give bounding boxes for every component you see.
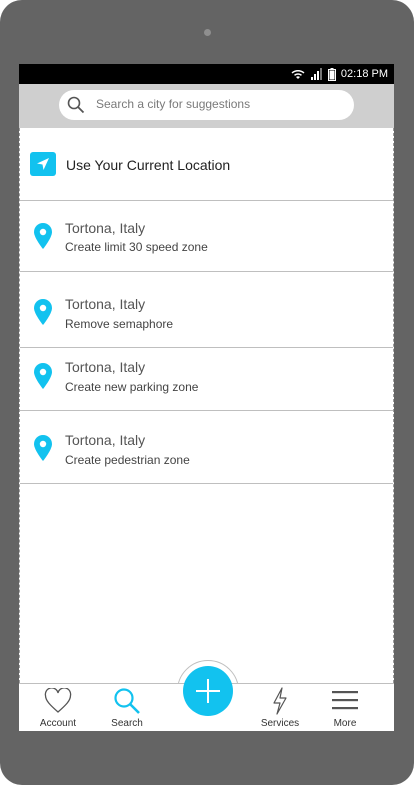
map-pin-icon — [34, 363, 52, 394]
search-icon — [114, 688, 140, 714]
tab-services[interactable]: Services — [245, 684, 315, 731]
suggestion-action: Create new parking zone — [65, 380, 199, 394]
navigation-arrow-icon[interactable] — [30, 152, 56, 176]
list-item[interactable]: Tortona, Italy Create pedestrian zone — [20, 411, 393, 484]
suggestion-action: Create pedestrian zone — [65, 453, 190, 467]
map-pin-icon — [34, 299, 52, 330]
current-location-label: Use Your Current Location — [66, 157, 231, 173]
map-pin-icon — [34, 223, 52, 254]
battery-icon — [327, 67, 336, 81]
use-current-location-row[interactable]: Use Your Current Location — [20, 128, 393, 201]
signal-icon — [310, 68, 323, 80]
suggestion-city: Tortona, Italy — [65, 220, 146, 236]
app-screen: 02:18 PM Search a city for suggestions U… — [19, 64, 394, 731]
tab-account-label: Account — [39, 718, 77, 729]
list-item[interactable]: Tortona, Italy Create limit 30 speed zon… — [20, 200, 393, 272]
list-item[interactable]: Tortona, Italy Create new parking zone — [20, 348, 393, 411]
suggestion-city: Tortona, Italy — [65, 359, 146, 375]
heart-icon — [44, 688, 72, 713]
plus-icon — [196, 679, 220, 703]
add-button[interactable] — [183, 666, 233, 716]
menu-icon — [332, 691, 358, 710]
lightning-icon — [273, 687, 287, 715]
wifi-icon — [290, 68, 306, 80]
search-input[interactable]: Search a city for suggestions — [59, 90, 354, 120]
device-frame: 02:18 PM Search a city for suggestions U… — [0, 0, 414, 785]
search-placeholder: Search a city for suggestions — [96, 97, 251, 111]
tab-search[interactable]: Search — [92, 684, 162, 731]
suggestion-city: Tortona, Italy — [65, 432, 146, 448]
suggestion-action: Remove semaphore — [65, 317, 174, 331]
search-bar: Search a city for suggestions — [19, 84, 394, 128]
camera-dot — [204, 29, 211, 36]
map-pin-icon — [34, 435, 52, 466]
suggestion-action: Create limit 30 speed zone — [65, 240, 208, 254]
search-icon[interactable] — [67, 96, 85, 119]
tab-account[interactable]: Account — [23, 684, 93, 731]
status-time: 02:18 PM — [340, 68, 388, 80]
list-item[interactable]: Tortona, Italy Remove semaphore — [20, 272, 393, 348]
tab-services-label: Services — [260, 718, 300, 729]
tab-more-label: More — [333, 718, 357, 729]
suggestion-list: Use Your Current Location Tortona, Italy… — [19, 128, 394, 683]
status-bar: 02:18 PM — [19, 64, 394, 84]
suggestion-city: Tortona, Italy — [65, 296, 146, 312]
tab-search-label: Search — [111, 718, 143, 729]
tab-more[interactable]: More — [310, 684, 380, 731]
